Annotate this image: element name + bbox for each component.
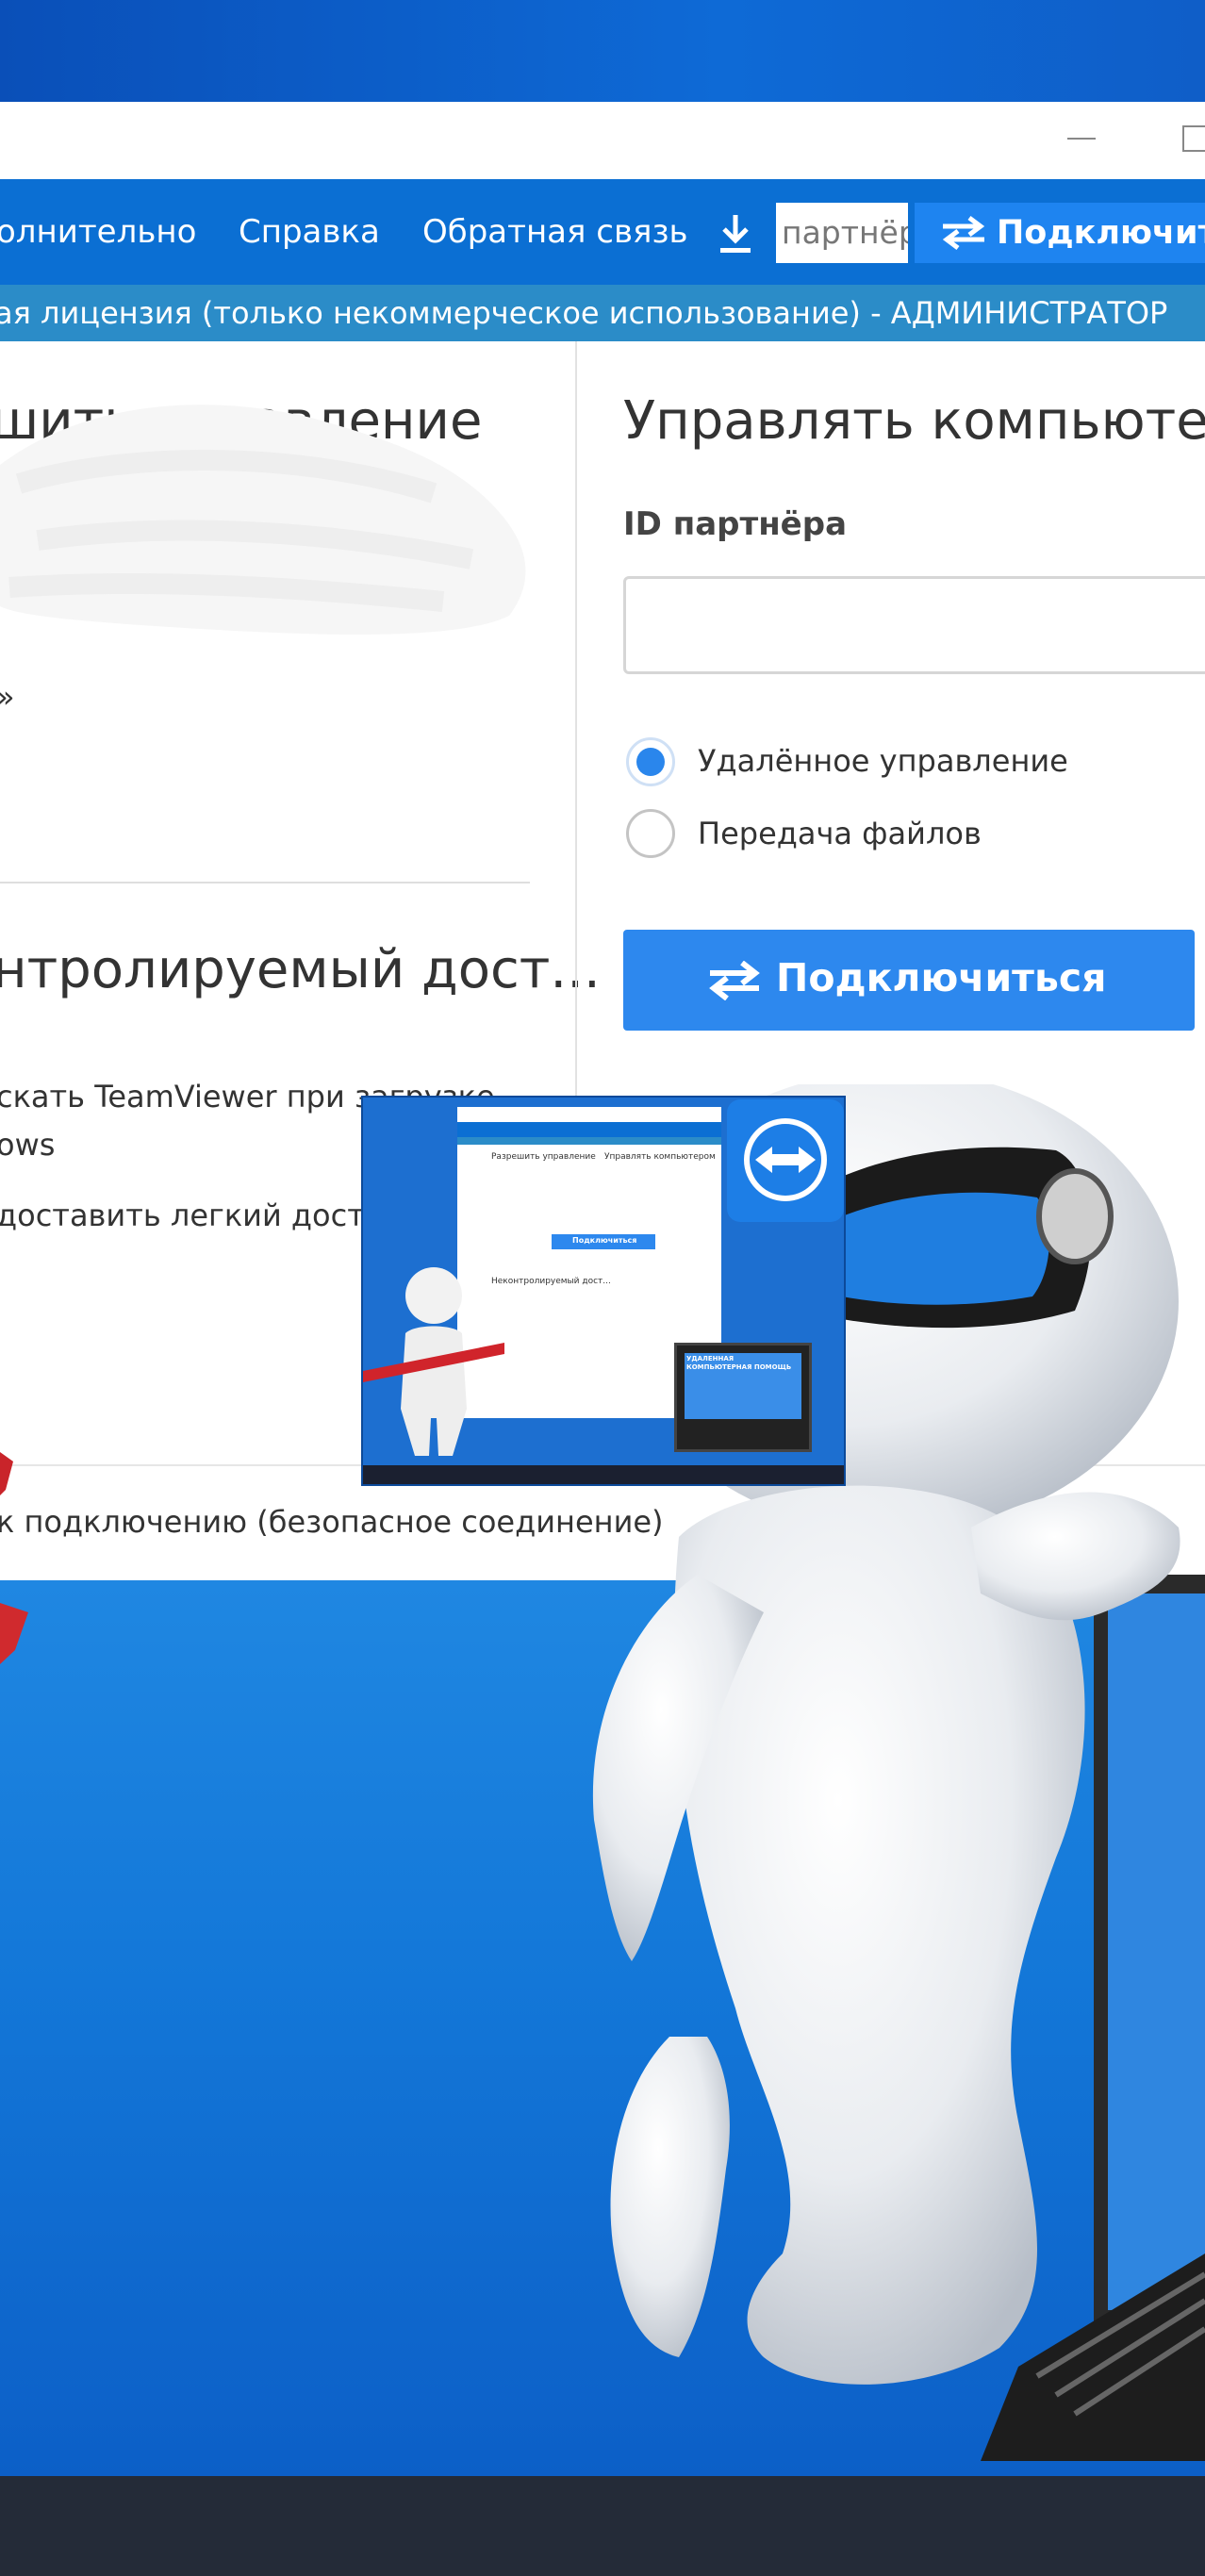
partner-id-quick-input[interactable]: партнёр bbox=[776, 203, 908, 263]
start-with-windows-option-line2: ows bbox=[0, 1127, 56, 1163]
maximize-icon[interactable] bbox=[1182, 125, 1205, 152]
password-hint: » bbox=[0, 679, 15, 715]
connect-quick-button[interactable]: Подключить bbox=[915, 203, 1205, 263]
menu-bar: олнительно Справка Обратная связь партнё… bbox=[0, 179, 1205, 285]
left-divider bbox=[0, 882, 530, 883]
menu-item-extras[interactable]: олнительно bbox=[0, 179, 196, 285]
license-text: ая лицензия (только некоммерческое испол… bbox=[0, 295, 1168, 331]
radio-selected-dot bbox=[636, 748, 665, 776]
file-transfer-label[interactable]: Передача файлов bbox=[698, 816, 982, 851]
teamviewer-logo-icon bbox=[744, 1118, 827, 1201]
connect-button[interactable]: Подключиться bbox=[623, 930, 1195, 1031]
teamviewer-logo bbox=[727, 1099, 844, 1222]
easy-access-option[interactable]: доставить легкий доступ bbox=[0, 1197, 403, 1233]
mini-connect-button: Подключиться bbox=[552, 1234, 655, 1249]
menu-item-help[interactable]: Справка bbox=[239, 179, 380, 285]
mini-control-title: Управлять компьютером bbox=[604, 1152, 716, 1162]
download-icon[interactable] bbox=[715, 213, 756, 255]
minimize-icon[interactable] bbox=[1067, 138, 1096, 140]
menu-item-feedback[interactable]: Обратная связь bbox=[422, 179, 688, 285]
redacted-credentials bbox=[0, 405, 526, 635]
license-bar: ая лицензия (только некоммерческое испол… bbox=[0, 285, 1205, 341]
mini-taskbar bbox=[363, 1465, 844, 1484]
mini-menu-bar bbox=[457, 1122, 721, 1137]
mini-banner-text: УДАЛЕННАЯ КОМПЬЮТЕРНАЯ ПОМОЩЬ bbox=[686, 1355, 792, 1371]
swap-arrows-icon bbox=[942, 216, 985, 250]
control-remote-title: Управлять компьютеро bbox=[623, 390, 1205, 452]
unattended-title: нтролируемый дост... bbox=[0, 939, 601, 1000]
taskbar bbox=[0, 2476, 1205, 2576]
partner-id-label: ID партнёра bbox=[623, 505, 848, 543]
mini-allow-title: Разрешить управление bbox=[491, 1152, 596, 1162]
mini-laptop-screen: УДАЛЕННАЯ КОМПЬЮТЕРНАЯ ПОМОЩЬ bbox=[685, 1353, 801, 1419]
embedded-screenshot-image: Разрешить управление Управлять компьютер… bbox=[361, 1096, 846, 1486]
mini-connect-label: Подключиться bbox=[572, 1236, 637, 1245]
mini-unattended-title: Неконтролируемый дост... bbox=[491, 1277, 611, 1286]
partner-id-input[interactable] bbox=[623, 576, 1205, 674]
title-bar bbox=[0, 102, 1205, 179]
file-transfer-radio[interactable] bbox=[626, 809, 675, 858]
remote-control-radio[interactable] bbox=[626, 737, 675, 786]
wrench-fragment-image bbox=[0, 1452, 28, 1664]
mini-laptop-image: УДАЛЕННАЯ КОМПЬЮТЕРНАЯ ПОМОЩЬ bbox=[674, 1343, 812, 1452]
connect-quick-label: Подключить bbox=[997, 214, 1205, 252]
remote-control-label[interactable]: Удалённое управление bbox=[698, 743, 1068, 779]
mini-license-bar bbox=[457, 1137, 721, 1145]
mini-figure-with-wrench-image bbox=[363, 1267, 504, 1456]
connect-button-label: Подключиться bbox=[776, 955, 1107, 1000]
swap-arrows-icon bbox=[709, 961, 760, 1000]
desktop-top-strip bbox=[0, 0, 1205, 102]
